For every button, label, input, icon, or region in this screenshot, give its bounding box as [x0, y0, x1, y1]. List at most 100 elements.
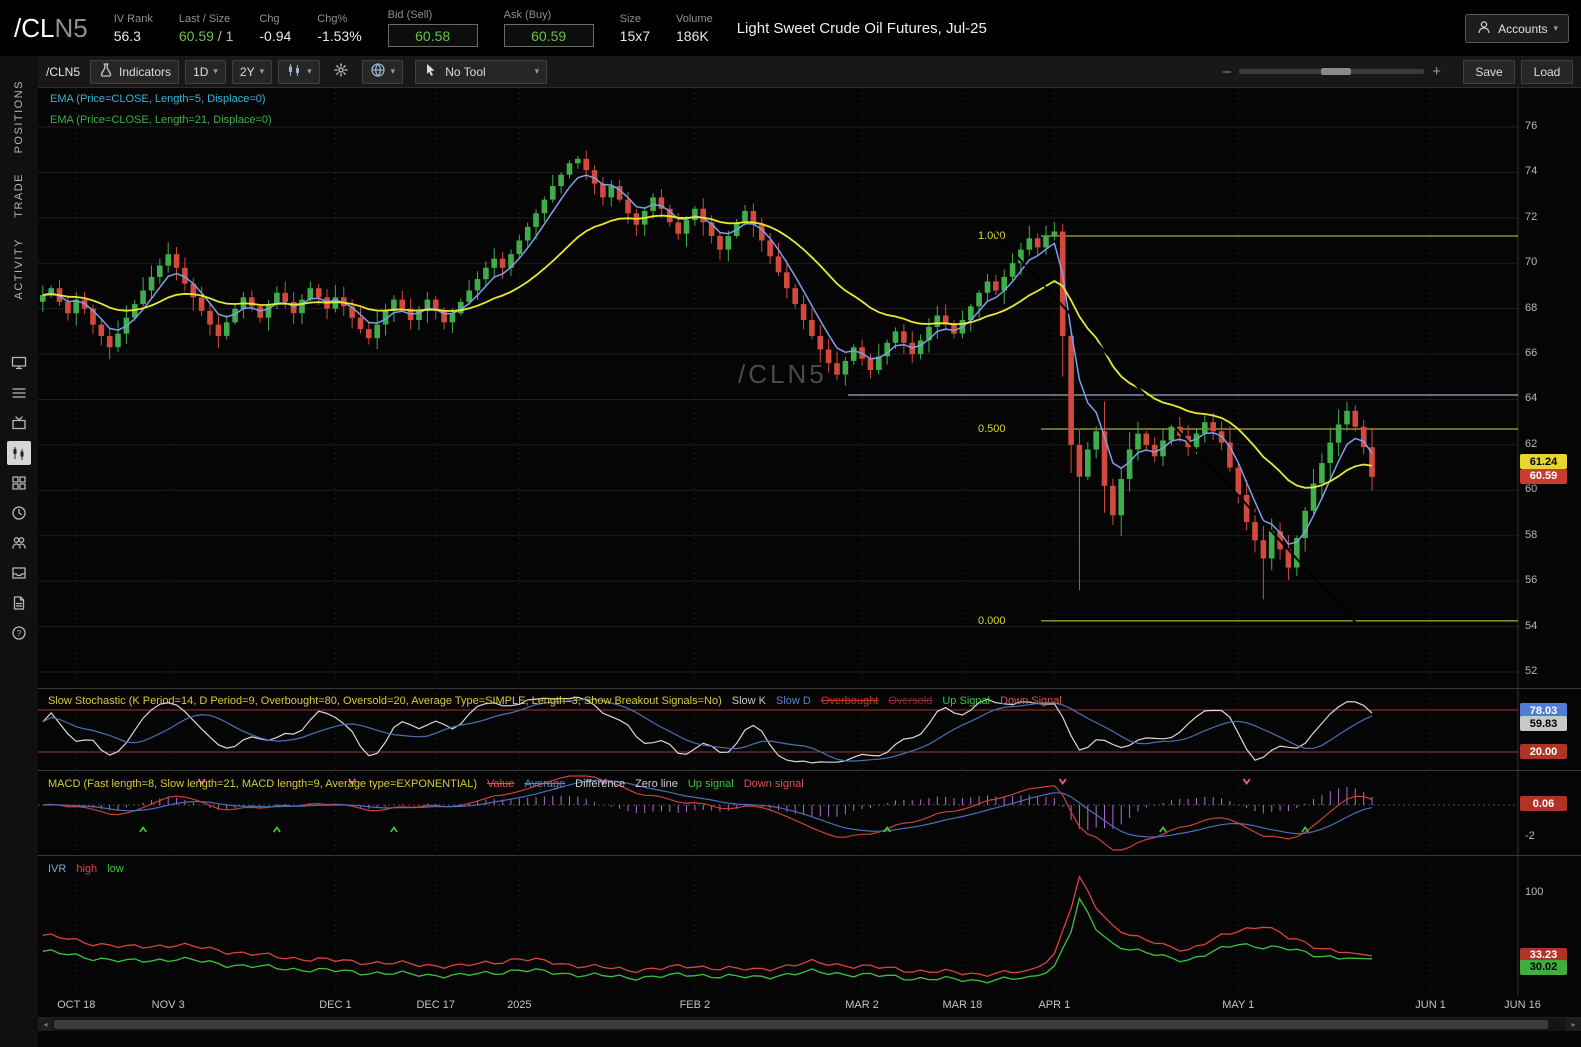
candlestick-icon: [286, 62, 302, 81]
svg-text:0.500: 0.500: [978, 423, 1006, 435]
chevron-down-icon: ▾: [1553, 23, 1558, 33]
grid-icon[interactable]: [7, 471, 31, 495]
zoom-slider-thumb[interactable]: [1320, 68, 1351, 75]
time-axis-label: NOV 3: [151, 999, 185, 1011]
save-label: Save: [1475, 64, 1503, 79]
chart-settings-button[interactable]: [326, 60, 356, 84]
chevron-down-icon: ▾: [390, 66, 396, 76]
time-axis-label: OCT 18: [57, 999, 96, 1011]
header: /CLN5 IV Rank 56.3 Last / Size 60.59 / 1…: [0, 0, 1581, 56]
volume-value: 186K: [676, 27, 709, 44]
price-chart-panel[interactable]: /CLN51.0000.5000.000: [38, 88, 1581, 688]
save-button[interactable]: Save: [1463, 59, 1515, 84]
zoom-slider[interactable]: [1239, 68, 1425, 75]
symbol: /CLN5: [14, 13, 88, 44]
zoom-control: – +: [1223, 63, 1441, 80]
cursor-icon: [423, 62, 439, 81]
scrollbar-thumb[interactable]: [54, 1020, 1548, 1029]
accounts-label: Accounts: [1498, 21, 1548, 36]
bid-value: 60.58: [415, 27, 451, 44]
gear-icon: [333, 62, 349, 81]
indicators-label: Indicators: [119, 64, 172, 79]
field-chg-pct: Chg% -1.53%: [317, 13, 361, 44]
range-dropdown[interactable]: 2Y ▾: [231, 59, 273, 84]
range-value: 2Y: [239, 64, 255, 79]
symbol-root: /CL: [14, 12, 55, 43]
field-volume: Volume 186K: [676, 13, 713, 44]
contract-description: Light Sweet Crude Oil Futures, Jul-25: [736, 19, 987, 37]
timeframe-dropdown[interactable]: 1D ▾: [185, 59, 226, 84]
svg-text:0.000: 0.000: [978, 615, 1006, 627]
chart-type-dropdown[interactable]: ▾: [278, 59, 320, 84]
grid-layout-dropdown[interactable]: ▾: [361, 59, 404, 84]
monitor-icon[interactable]: [7, 351, 31, 375]
flask-icon: [98, 62, 114, 81]
field-bid: Bid (Sell) 60.58: [387, 9, 478, 47]
chg-value: -0.94: [259, 27, 292, 44]
people-icon[interactable]: [7, 531, 31, 555]
load-button[interactable]: Load: [1521, 59, 1573, 84]
zoom-out-button[interactable]: –: [1223, 63, 1231, 80]
drawing-tool-dropdown[interactable]: No Tool ▾: [415, 59, 548, 84]
chevron-down-icon: ▾: [213, 66, 218, 76]
load-label: Load: [1533, 64, 1561, 79]
last-value: 60.59: [178, 27, 214, 44]
page-icon[interactable]: [7, 591, 31, 615]
sidebar-tab-trade[interactable]: TRADE: [13, 173, 25, 218]
accounts-button[interactable]: Accounts ▾: [1465, 14, 1569, 43]
chart-toolbar: /CLN5 Indicators 1D ▾ 2Y ▾ ▾ ▾ No Tool ▾…: [38, 56, 1581, 88]
list-icon[interactable]: [7, 381, 31, 405]
symbol-month: N5: [54, 12, 88, 43]
bid-label: Bid (Sell): [387, 9, 433, 21]
ask-value: 60.59: [531, 27, 567, 44]
globe-grid-icon: [370, 62, 386, 81]
last-size-label: Last / Size: [178, 12, 231, 25]
time-axis: OCT 18 NOV 3 DEC 1 DEC 17 2025 FEB 2 MAR 2 MAR …: [38, 995, 1581, 1016]
time-axis-label: JUN 16: [1504, 999, 1541, 1011]
horizontal-scrollbar[interactable]: ◂ ▸: [38, 1017, 1581, 1031]
chevron-down-icon: ▾: [259, 66, 265, 76]
clock-icon[interactable]: [7, 501, 31, 525]
chart-area: /CLN5 1.000 0.500 0.000 EMA (Price=CLOSE, L…: [38, 88, 1581, 1047]
zoom-in-button[interactable]: +: [1432, 63, 1441, 80]
toolbar-symbol: /CLN5: [46, 64, 81, 79]
field-ask: Ask (Buy) 60.59: [503, 9, 594, 47]
chart-icon[interactable]: [7, 441, 31, 465]
chevron-down-icon: ▾: [307, 66, 312, 76]
help-icon[interactable]: ?: [7, 621, 31, 645]
time-axis-label: JUN 1: [1415, 999, 1446, 1011]
iv-rank-label: IV Rank: [113, 12, 153, 25]
chg-pct-label: Chg%: [317, 12, 348, 25]
tv-icon[interactable]: [7, 411, 31, 435]
inbox-icon[interactable]: [7, 561, 31, 585]
study-title[interactable]: IVR: [48, 863, 66, 875]
person-icon: [1476, 19, 1492, 38]
study-title[interactable]: Slow Stochastic (K Period=14, D Period=9…: [48, 695, 722, 707]
study-title[interactable]: MACD (Fast length=8, Slow length=21, MAC…: [48, 778, 477, 790]
time-axis-label: MAR 18: [942, 999, 983, 1011]
time-axis-label: MAR 2: [845, 999, 879, 1011]
scroll-left-button[interactable]: ◂: [38, 1018, 53, 1031]
timeframe-value: 1D: [193, 64, 209, 79]
time-axis-label: FEB 2: [679, 999, 711, 1011]
chg-pct-value: -1.53%: [317, 27, 362, 44]
time-axis-label: MAY 1: [1222, 999, 1255, 1011]
field-size: Size 15x7: [620, 13, 650, 44]
left-sidebar: POSITIONS TRADE ACTIVITY ?: [0, 56, 39, 1047]
indicators-button[interactable]: Indicators: [90, 59, 180, 84]
scroll-right-button[interactable]: ▸: [1566, 1018, 1581, 1031]
size-value: 15x7: [619, 27, 651, 44]
bid-button[interactable]: 60.58: [387, 24, 478, 47]
field-chg: Chg -0.94: [259, 13, 291, 44]
size-label: Size: [619, 12, 642, 25]
field-last-size: Last / Size 60.59 / 1: [179, 13, 234, 44]
svg-text:/CLN5: /CLN5: [738, 359, 827, 389]
iv-rank-value: 56.3: [113, 27, 141, 44]
chg-label: Chg: [259, 12, 280, 25]
time-axis-label: DEC 17: [416, 999, 455, 1011]
time-axis-label: 2025: [507, 999, 532, 1011]
sidebar-tab-activity[interactable]: ACTIVITY: [13, 238, 25, 300]
sidebar-tab-positions[interactable]: POSITIONS: [13, 80, 25, 153]
ivr-panel[interactable]: [38, 855, 1581, 995]
ask-button[interactable]: 60.59: [503, 24, 594, 47]
